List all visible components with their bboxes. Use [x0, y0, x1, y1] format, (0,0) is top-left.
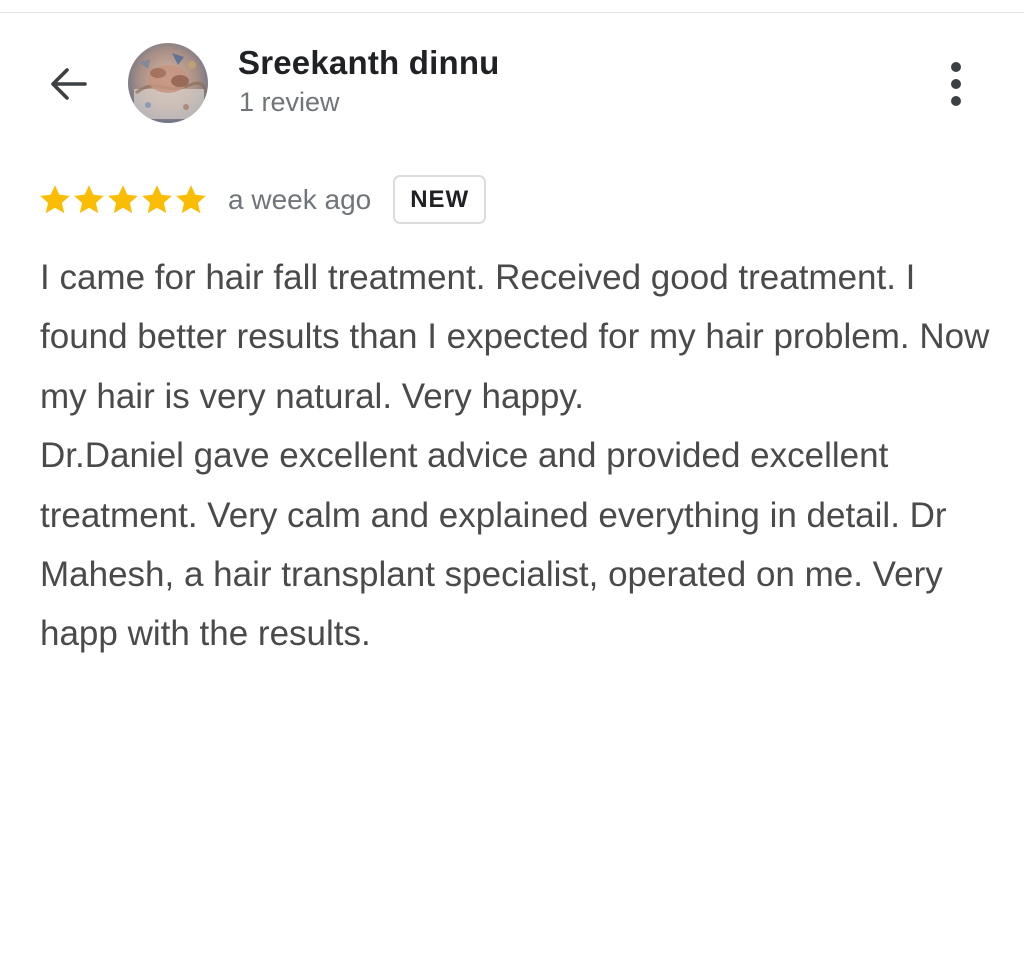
- rating-row: a week ago NEW: [38, 173, 487, 226]
- review-count: 1 review: [239, 87, 340, 117]
- arrow-left-icon: [51, 68, 87, 100]
- review-paragraph: Dr.Daniel gave excellent advice and prov…: [40, 436, 947, 654]
- star-icon: [108, 184, 138, 213]
- star-icon: [142, 184, 172, 213]
- more-options-button[interactable]: [930, 56, 982, 112]
- new-badge: NEW: [393, 175, 487, 224]
- author-name[interactable]: Sreekanth dinnu: [238, 44, 500, 82]
- top-divider: [0, 12, 1024, 13]
- review-time: a week ago: [228, 183, 372, 215]
- star-rating: [38, 183, 208, 217]
- back-button[interactable]: [40, 56, 96, 112]
- star-icon: [40, 184, 70, 213]
- star-icon: [176, 184, 206, 213]
- review-text: I came for hair fall treatment. Received…: [40, 248, 1000, 664]
- avatar[interactable]: [128, 43, 208, 123]
- more-vert-icon: [951, 62, 961, 72]
- star-icon: [74, 184, 104, 213]
- review-paragraph: I came for hair fall treatment. Received…: [40, 258, 990, 416]
